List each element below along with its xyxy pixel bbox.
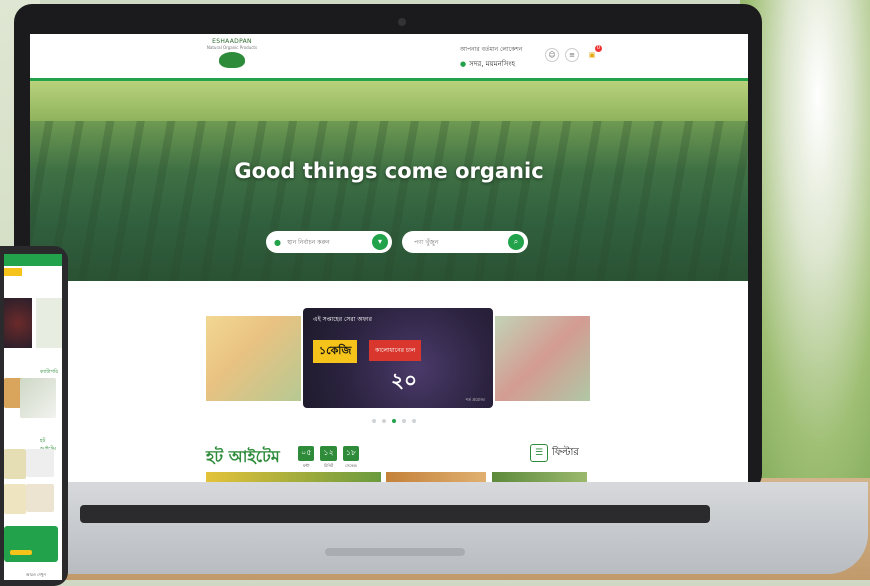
filter-button[interactable]: ☰ ফিল্টার [530, 444, 579, 462]
keyboard [80, 505, 710, 523]
phone-product-card[interactable] [26, 449, 54, 477]
hero-banner: Good things come organic ● ▾ ⌕ [30, 81, 748, 281]
carousel-dot[interactable] [382, 419, 386, 423]
hero-title: Good things come organic [234, 159, 544, 183]
search-icon[interactable]: ⌕ [508, 234, 524, 250]
phone-product-card[interactable] [26, 484, 54, 512]
phone-menu-tag[interactable] [4, 268, 22, 276]
phone-product-card[interactable] [4, 484, 26, 514]
timer-value: ১৮ [342, 446, 360, 461]
location-search: ● ▾ [266, 231, 392, 253]
timer-value: ১২ [320, 446, 337, 461]
timer-value: ০৫ [298, 446, 315, 461]
product-card[interactable] [492, 472, 587, 482]
product-search: ⌕ [402, 231, 528, 253]
phone-promo-button[interactable] [10, 550, 32, 555]
filter-label: ফিল্টার [552, 446, 579, 458]
carousel-dot[interactable] [412, 419, 416, 423]
logo-text: ESHAADPAN [212, 38, 252, 45]
hot-items-title: হট আইটেম [206, 447, 280, 466]
leaf-logo-icon [219, 52, 245, 68]
slide-next[interactable] [495, 316, 590, 401]
timer-hours: ০৫ ঘন্টা [298, 446, 315, 470]
laptop-screen: ESHAADPAN Natural Organic Products আপনার… [30, 34, 748, 482]
language-icon[interactable]: ≡ [565, 48, 579, 62]
timer-label: ঘন্টা [302, 463, 310, 468]
location-display[interactable]: আপনার বর্তমান লোকেশন ● সদর, ময়মনসিংহ [460, 44, 522, 70]
location-label: আপনার বর্তমান লোকেশন [460, 46, 523, 53]
phone-banner[interactable] [4, 298, 32, 348]
phone-screen: ক্যাটাগরি হট আইটেম আরও দেখুন [4, 254, 62, 580]
carousel-dot[interactable] [372, 419, 376, 423]
timer-label: মিনিট [324, 463, 334, 468]
logo-tagline: Natural Organic Products [206, 45, 258, 50]
search-input[interactable] [412, 237, 506, 247]
carousel-dot-active[interactable] [392, 419, 396, 423]
location-value: সদর, ময়মনসিংহ [469, 60, 516, 68]
header-icons: ☺ ≡ ▣ 0 [545, 45, 602, 62]
phone-banner-next[interactable] [36, 298, 62, 348]
laptop-base [8, 482, 868, 574]
phone-status-bar [4, 254, 62, 266]
phone-product-card[interactable] [4, 449, 26, 479]
chevron-down-icon[interactable]: ▾ [372, 234, 388, 250]
countdown-timer: ০৫ ঘন্টা ১২ মিনিট ১৮ সেকেন্ড [298, 446, 360, 470]
slide-current[interactable]: এই সপ্তাহের সেরা অফার ১কেজি কালোধানের চা… [303, 308, 493, 408]
site-logo[interactable]: ESHAADPAN Natural Organic Products [202, 38, 262, 68]
phone-device: ক্যাটাগরি হট আইটেম আরও দেখুন [0, 246, 68, 586]
timer-label: সেকেন্ড [345, 463, 357, 468]
cart-icon[interactable]: ▣ 0 [585, 45, 602, 62]
product-card[interactable] [206, 472, 381, 482]
phone-promo-box [4, 526, 58, 562]
phone-category-card[interactable] [20, 378, 56, 418]
slide-caption: এই সপ্তাহের সেরা অফার [313, 316, 372, 323]
phone-section-label: ক্যাটাগরি [40, 369, 59, 375]
camera [398, 18, 406, 26]
carousel-dot[interactable] [402, 419, 406, 423]
pin-icon: ● [274, 237, 281, 247]
hero-field-horizon [30, 81, 748, 121]
trackpad [325, 548, 465, 556]
timer-minutes: ১২ মিনিট [320, 446, 337, 470]
site-header: ESHAADPAN Natural Organic Products আপনার… [30, 34, 748, 81]
pin-icon: ● [460, 60, 467, 68]
offer-carousel: এই সপ্তাহের সেরা অফার ১কেজি কালোধানের চা… [30, 296, 748, 436]
phone-footer-link[interactable]: আরও দেখুন [26, 572, 46, 579]
cart-count-badge: 0 [595, 45, 602, 52]
product-card[interactable] [386, 472, 486, 482]
timer-seconds: ১৮ সেকেন্ড [342, 446, 360, 470]
user-icon[interactable]: ☺ [545, 48, 559, 62]
slide-footnote: শর্ত প্রযোজ্য [465, 397, 485, 402]
carousel-dots [372, 419, 416, 423]
slide-previous[interactable] [206, 316, 301, 401]
weight-badge: ১কেজি [313, 340, 358, 363]
filter-icon: ☰ [530, 444, 548, 462]
product-badge: কালোধানের চাল [369, 340, 422, 361]
offer-price: ২০ [391, 368, 418, 392]
location-input[interactable] [284, 237, 379, 247]
